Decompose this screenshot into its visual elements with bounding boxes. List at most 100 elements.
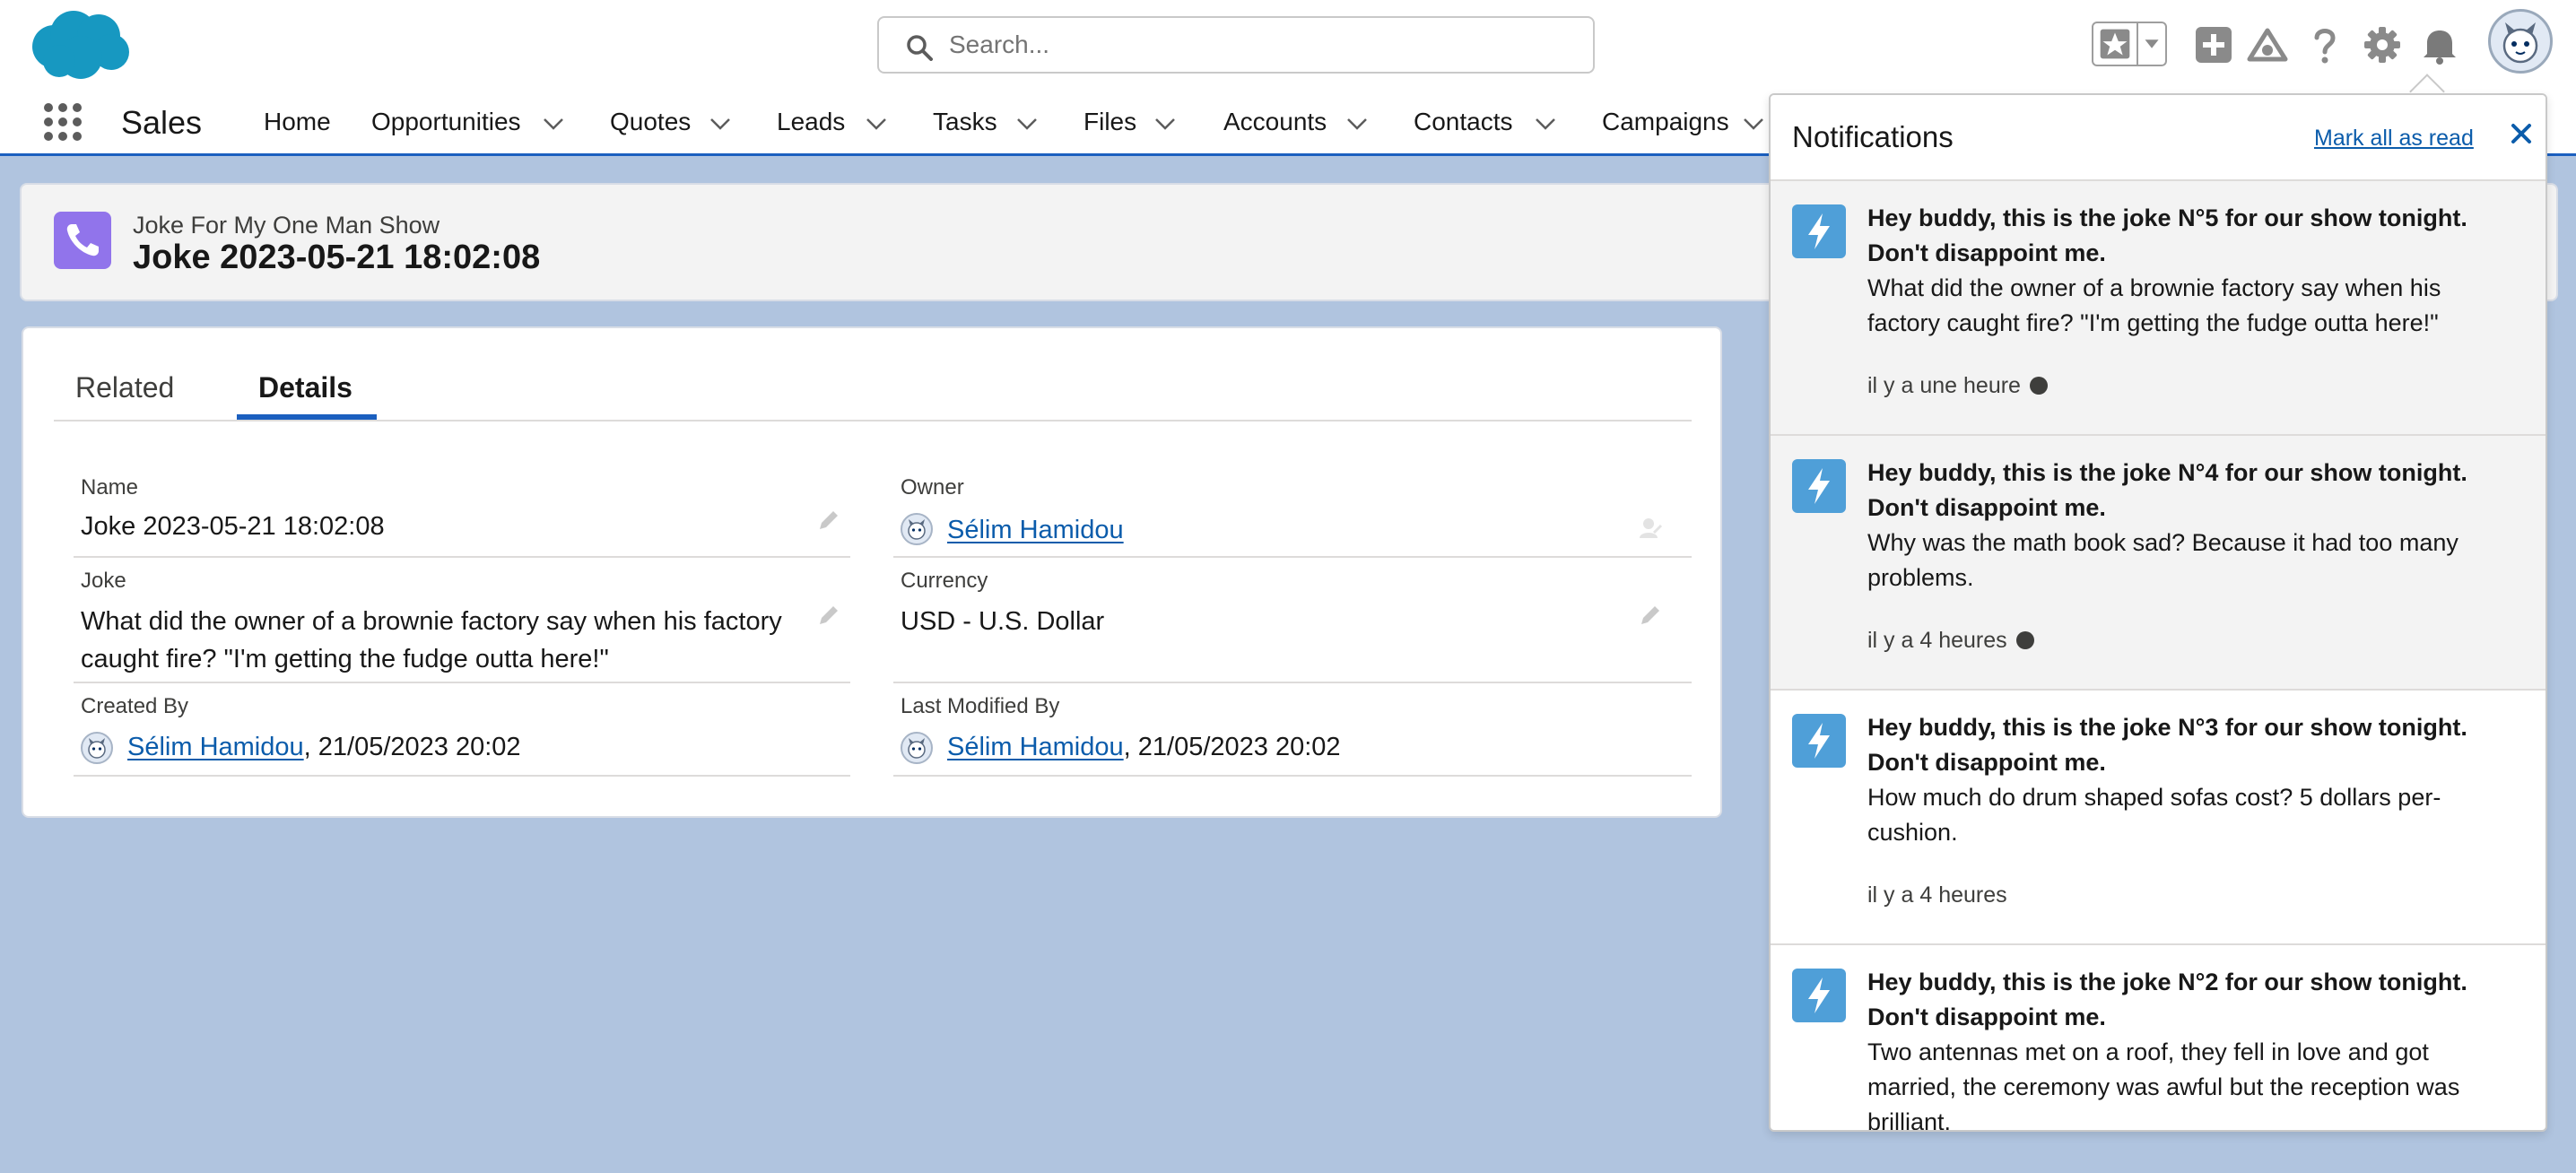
chevron-down-icon[interactable] [1742,117,1765,131]
close-icon[interactable] [2510,122,2533,145]
created-by-date: , 21/05/2023 20:02 [303,733,521,761]
lightning-bolt-icon [1808,213,1830,249]
field-label-name: Name [81,475,139,500]
notification-time: il y a une heure [1867,373,2048,399]
created-by-user-link[interactable]: Sélim Hamidou [127,733,304,761]
created-by-value: Sélim Hamidou, 21/05/2023 20:02 [127,728,521,766]
last-modified-user-link[interactable]: Sélim Hamidou [947,733,1124,761]
user-avatar[interactable] [2488,9,2553,74]
field-label-currency: Currency [901,569,988,593]
edit-pencil-icon[interactable] [816,508,841,533]
nav-item-contacts[interactable]: Contacts [1414,108,1513,136]
help-icon[interactable] [2303,23,2346,66]
notifications-title: Notifications [1792,120,1954,153]
last-modified-date: , 21/05/2023 20:02 [1123,733,1341,761]
record-type-badge [54,212,111,269]
field-label-last-modified-by: Last Modified By [901,694,1060,718]
notification-item[interactable]: Hey buddy, this is the joke N°2 for our … [1771,945,2546,1132]
astro-avatar-icon [2502,22,2538,64]
chevron-down-icon[interactable] [709,117,732,131]
nav-item-home[interactable]: Home [264,108,331,136]
nav-item-accounts[interactable]: Accounts [1223,108,1327,136]
field-label-created-by: Created By [81,694,189,718]
astro-avatar-icon [908,738,926,759]
favorites-button-group [2092,22,2167,66]
notification-time: il y a 4 heures [1867,628,2034,654]
chevron-down-icon[interactable] [1153,117,1177,131]
notifications-bell-icon[interactable] [2418,23,2461,66]
field-label-owner: Owner [901,475,964,500]
chevron-down-icon[interactable] [1345,117,1369,131]
nav-item-campaigns[interactable]: Campaigns [1602,108,1729,136]
notification-title: Hey buddy, this is the joke N°4 for our … [1867,459,2467,521]
last-modified-avatar [901,732,933,764]
field-divider [74,682,850,683]
nav-item-leads[interactable]: Leads [777,108,845,136]
search-placeholder: Search... [949,30,1050,58]
setup-gear-icon[interactable] [2361,23,2404,66]
nav-item-files[interactable]: Files [1083,108,1136,136]
active-tab-indicator [237,414,377,420]
app-name: Sales [121,104,203,141]
notification-title: Hey buddy, this is the joke N°5 for our … [1867,204,2467,266]
notification-body: Why was the math book sad? Because it ha… [1867,529,2459,591]
lightning-bolt-icon [1808,468,1830,504]
notification-title: Hey buddy, this is the joke N°2 for our … [1867,969,2467,1030]
field-value-joke-line2: caught fire? "I'm getting the fudge outt… [81,645,609,673]
owner-link[interactable]: Sélim Hamidou [947,511,1124,549]
chevron-down-icon[interactable] [542,117,565,131]
field-divider [893,556,1692,558]
edit-pencil-icon[interactable] [816,603,841,628]
owner-avatar [901,513,933,545]
notification-type-badge [1792,969,1846,1022]
record-title: Joke 2023-05-21 18:02:08 [133,239,541,276]
field-value-joke-line1: What did the owner of a brownie factory … [81,607,782,636]
favorites-dropdown-icon[interactable] [2138,23,2167,65]
global-actions-add-icon[interactable] [2192,23,2235,66]
notification-time: il y a 4 heures [1867,882,2007,908]
tab-details[interactable]: Details [258,371,352,404]
favorites-star-button[interactable] [2093,23,2138,65]
nav-item-opportunities[interactable]: Opportunities [371,108,521,136]
tab-related[interactable]: Related [75,371,174,404]
notification-timestamp: il y a une heure [1867,373,2021,398]
chevron-down-icon[interactable] [865,117,888,131]
notification-body: What did the owner of a brownie factory … [1867,274,2441,336]
lightning-bolt-icon [1808,978,1830,1013]
edit-pencil-icon[interactable] [1638,603,1663,628]
change-owner-icon[interactable] [1638,515,1663,540]
field-value-name: Joke 2023-05-21 18:02:08 [81,512,385,541]
app-launcher-icon[interactable] [43,102,83,142]
nav-item-tasks[interactable]: Tasks [933,108,997,136]
record-object-type: Joke For My One Man Show [133,212,440,239]
favorites-star-icon [2100,29,2130,59]
trailhead-icon[interactable] [2246,23,2289,66]
notification-body: How much do drum shaped sofas cost? 5 do… [1867,784,2441,846]
field-divider [74,775,850,777]
notification-type-badge [1792,204,1846,258]
chevron-down-icon[interactable] [1015,117,1039,131]
notification-body: Two antennas met on a roof, they fell in… [1867,1038,2460,1132]
created-by-avatar [81,732,113,764]
field-divider [74,556,850,558]
notification-item[interactable]: Hey buddy, this is the joke N°5 for our … [1771,181,2546,436]
astro-avatar-icon [88,738,106,759]
notifications-panel: Notifications Mark all as read Hey buddy… [1769,93,2547,1132]
notifications-header: Notifications Mark all as read [1771,95,2546,181]
nav-item-quotes[interactable]: Quotes [610,108,691,136]
notification-timestamp: il y a 4 heures [1867,628,2007,653]
global-header: Search... [0,0,2576,90]
astro-avatar-icon [908,519,926,540]
global-search-box[interactable]: Search... [877,16,1595,74]
lightning-bolt-icon [1808,723,1830,759]
notification-item[interactable]: Hey buddy, this is the joke N°4 for our … [1771,436,2546,691]
notification-item[interactable]: Hey buddy, this is the joke N°3 for our … [1771,691,2546,945]
chevron-down-icon[interactable] [1534,117,1557,131]
field-value-currency: USD - U.S. Dollar [901,607,1105,636]
notification-title: Hey buddy, this is the joke N°3 for our … [1867,714,2467,776]
notification-timestamp: il y a 4 heures [1867,882,2007,908]
record-detail-card: Related Details Name Joke 2023-05-21 18:… [22,326,1722,818]
mark-all-read-link[interactable]: Mark all as read [2314,126,2474,152]
last-modified-value: Sélim Hamidou, 21/05/2023 20:02 [947,728,1341,766]
salesforce-logo[interactable] [27,7,133,83]
